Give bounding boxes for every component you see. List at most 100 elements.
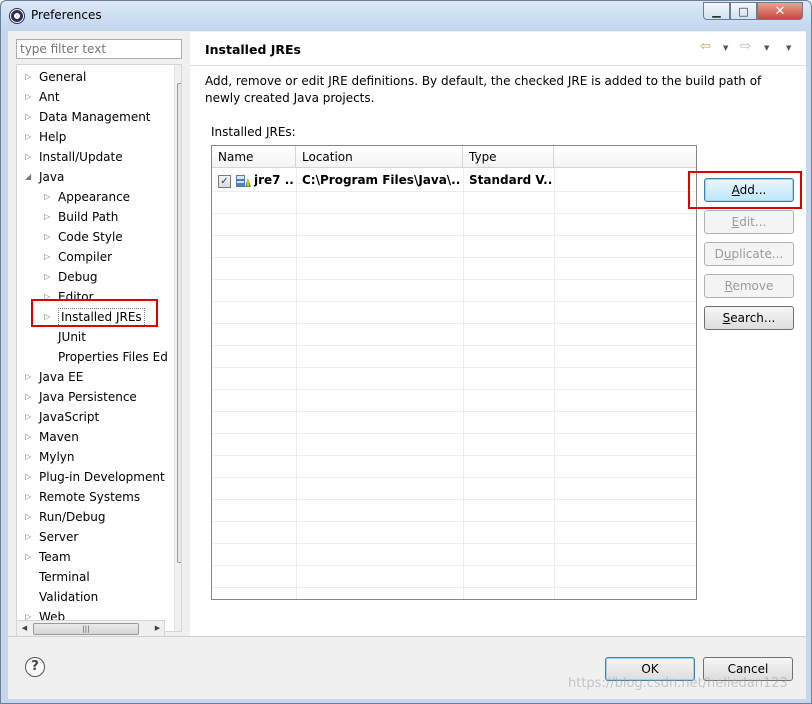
tree-item[interactable]: Terminal [17,567,174,587]
tree-vertical-scrollbar[interactable]: ▲ ▼ [174,65,182,631]
tree-scroll-thumb[interactable] [177,83,181,563]
tree-item-label: Compiler [58,250,113,264]
back-dropdown-icon[interactable]: ▼ [723,44,728,52]
collapsed-arrow-icon[interactable]: ▷ [44,267,54,287]
duplicate-button[interactable]: Duplicate... [704,242,794,266]
tree-item[interactable]: ▷ Install/Update [17,147,174,167]
row-gridline [212,411,696,412]
back-arrow-icon[interactable]: ⇦ [700,39,711,54]
collapsed-arrow-icon[interactable]: ▷ [25,147,35,167]
title-bar[interactable]: Preferences ▁ □ ✕ [1,1,811,31]
tree-item[interactable]: ▷ Run/Debug [17,507,174,527]
row-gridline [212,235,696,236]
tree-item[interactable]: ▷ Data Management [17,107,174,127]
collapsed-arrow-icon[interactable]: ▷ [25,387,35,407]
tree-item[interactable]: ◢ Java [17,167,174,187]
collapsed-arrow-icon[interactable]: ▷ [25,407,35,427]
maximize-button[interactable]: □ [730,2,757,20]
tree-item[interactable]: ▷ Server [17,527,174,547]
collapsed-arrow-icon[interactable]: ▷ [25,107,35,127]
jre-table[interactable]: Name Location Type ✓ jre7 ... C:\Program… [211,145,697,600]
page-description: Add, remove or edit JRE definitions. By … [205,74,762,105]
jre-location-cell[interactable]: C:\Program Files\Java\... [302,169,460,191]
scroll-left-arrow-icon[interactable]: ◀ [17,624,32,632]
collapsed-arrow-icon[interactable]: ▷ [25,87,35,107]
forward-dropdown-icon[interactable]: ▼ [764,44,769,52]
tree-item[interactable]: Validation [17,587,174,607]
tree-item[interactable]: ▷ Compiler [17,247,174,267]
tree-item[interactable]: ▷ Plug-in Development [17,467,174,487]
collapsed-arrow-icon[interactable]: ▷ [25,467,35,487]
collapsed-arrow-icon[interactable]: ▷ [25,127,35,147]
tree-item[interactable]: ▷ Ant [17,87,174,107]
edit-button[interactable]: Edit... [704,210,794,234]
row-gridline [212,433,696,434]
forward-arrow-icon[interactable]: ⇨ [740,39,751,54]
close-button[interactable]: ✕ [757,2,803,20]
row-gridline [212,257,696,258]
column-type[interactable]: Type [463,146,554,168]
row-gridline [212,345,696,346]
tree-item-label: Run/Debug [39,510,106,524]
preference-page: Installed JREs ⇦ ▼ ⇨ ▼ ▼ Add, remove or … [190,32,806,636]
collapsed-arrow-icon[interactable]: ▷ [25,427,35,447]
tree-item-label: Properties Files Ed [58,350,168,364]
collapsed-arrow-icon[interactable]: ▷ [25,487,35,507]
tree-item[interactable]: ▷ Help [17,127,174,147]
tree-item[interactable]: ▷ Team [17,547,174,567]
collapsed-arrow-icon[interactable]: ▷ [25,527,35,547]
tree-item[interactable]: ▷ Maven [17,427,174,447]
minimize-button[interactable]: ▁ [703,2,730,20]
tree-hscroll-thumb[interactable]: ||| [33,623,139,635]
scroll-up-arrow-icon[interactable]: ▲ [176,69,182,77]
jre-type-cell[interactable]: Standard V... [469,169,553,191]
tree-item[interactable]: ▷ Debug [17,267,174,287]
jre-name-cell[interactable]: jre7 ... [254,169,294,191]
tree-item-label: Java [39,170,65,184]
help-icon[interactable]: ? [25,657,45,677]
tree-item[interactable]: ▷ Mylyn [17,447,174,467]
tree-item[interactable]: Properties Files Ed [17,347,174,367]
tree-item[interactable]: ▷ Code Style [17,227,174,247]
filter-input[interactable] [16,39,182,59]
row-gridline [212,543,696,544]
row-gridline [212,477,696,478]
tree-item[interactable]: ▷ Appearance [17,187,174,207]
tree-item[interactable]: ▷ General [17,67,174,87]
expanded-arrow-icon[interactable]: ◢ [25,167,35,187]
tree-item-label: Maven [39,430,79,444]
view-menu-icon[interactable]: ▼ [786,44,791,52]
collapsed-arrow-icon[interactable]: ▷ [25,547,35,567]
collapsed-arrow-icon[interactable]: ▷ [44,227,54,247]
row-gridline [212,455,696,456]
tree-item[interactable]: ▷ Java Persistence [17,387,174,407]
collapsed-arrow-icon[interactable]: ▷ [25,507,35,527]
column-location[interactable]: Location [296,146,463,168]
highlight-installed-jres [31,299,158,327]
tree-horizontal-scrollbar[interactable]: ◀ ||| ▶ [16,620,165,637]
collapsed-arrow-icon[interactable]: ▷ [44,247,54,267]
tree-item-label: JUnit [58,330,86,344]
scroll-down-arrow-icon[interactable]: ▼ [176,620,182,628]
page-body: Add, remove or edit JRE definitions. By … [190,66,806,636]
collapsed-arrow-icon[interactable]: ▷ [44,207,54,227]
row-gridline [212,389,696,390]
collapsed-arrow-icon[interactable]: ▷ [25,447,35,467]
tree-item[interactable]: ▷ Java EE [17,367,174,387]
column-name[interactable]: Name [212,146,296,168]
tree-item-label: Ant [39,90,60,104]
collapsed-arrow-icon[interactable]: ▷ [25,67,35,87]
collapsed-arrow-icon[interactable]: ▷ [44,187,54,207]
scroll-right-arrow-icon[interactable]: ▶ [150,624,165,632]
tree-item[interactable]: ▷ Build Path [17,207,174,227]
row-gridline [212,499,696,500]
footer-separator [8,636,806,637]
collapsed-arrow-icon[interactable]: ▷ [25,367,35,387]
tree-item[interactable]: ▷ JavaScript [17,407,174,427]
tree-item-label: Plug-in Development [39,470,165,484]
search-button[interactable]: Search... [704,306,794,330]
tree-item[interactable]: JUnit [17,327,174,347]
remove-button[interactable]: Remove [704,274,794,298]
tree-item[interactable]: ▷ Remote Systems [17,487,174,507]
jre-checkbox[interactable]: ✓ [218,175,231,188]
